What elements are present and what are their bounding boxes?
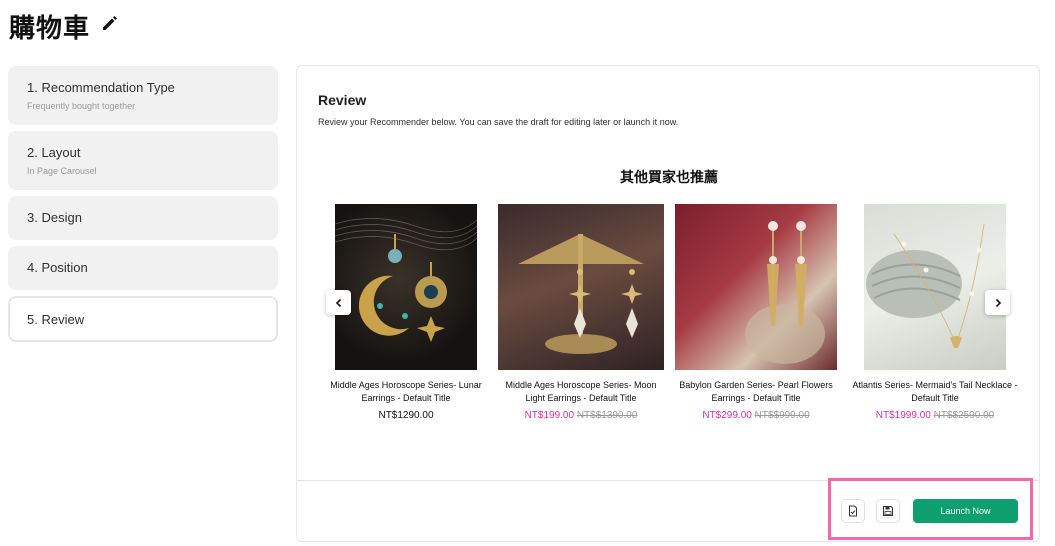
step-list: 1. Recommendation Type Frequently bought… [8, 66, 278, 348]
step-layout[interactable]: 2. Layout In Page Carousel [8, 131, 278, 190]
step-subtitle: In Page Carousel [27, 166, 97, 176]
review-panel-body: Review Review your Recommender below. Yo… [297, 66, 1039, 481]
product-image[interactable] [498, 204, 664, 370]
review-title: Review [318, 92, 367, 108]
save-draft-button[interactable] [876, 499, 900, 523]
pencil-icon [103, 16, 117, 30]
chevron-left-icon [335, 298, 341, 307]
price-value: NT$1290.00 [378, 410, 434, 421]
original-price: NT$$2590.00 [933, 410, 995, 421]
product-card[interactable]: Middle Ages Horoscope Series- Moon Light… [496, 204, 666, 421]
sale-price: NT$199.00 [524, 410, 575, 421]
review-description: Review your Recommender below. You can s… [318, 117, 679, 127]
product-name[interactable]: Middle Ages Horoscope Series- Lunar Earr… [321, 379, 491, 405]
carousel-next-button[interactable] [985, 290, 1010, 315]
review-panel: Review Review your Recommender below. Yo… [296, 65, 1040, 542]
product-name[interactable]: Babylon Garden Series- Pearl Flowers Ear… [671, 379, 841, 405]
product-price: NT$199.00 NT$$1390.00 [496, 410, 666, 421]
sale-price: NT$299.00 [702, 410, 752, 421]
product-name[interactable]: Atlantis Series- Mermaid's Tail Necklace… [850, 379, 1020, 405]
original-price: NT$$1390.00 [576, 410, 638, 421]
page-title: 購物車 [9, 14, 91, 44]
original-price: NT$$999.00 [754, 410, 810, 421]
product-name[interactable]: Middle Ages Horoscope Series- Moon Light… [496, 379, 666, 405]
product-price: NT$1999.00 NT$$2590.00 [850, 410, 1020, 421]
step-recommendation-type[interactable]: 1. Recommendation Type Frequently bought… [8, 66, 278, 125]
step-review[interactable]: 5. Review [8, 296, 278, 342]
product-image[interactable] [864, 204, 1006, 370]
step-title: 2. Layout [27, 145, 81, 160]
step-subtitle: Frequently bought together [27, 101, 136, 111]
product-image[interactable] [335, 204, 477, 370]
recommendation-heading: 其他買家也推薦 [620, 170, 718, 186]
sale-price: NT$1999.00 [875, 410, 931, 421]
preview-button[interactable] [841, 499, 865, 523]
step-title: 4. Position [27, 260, 88, 275]
product-card[interactable]: Babylon Garden Series- Pearl Flowers Ear… [671, 204, 841, 421]
edit-title-button[interactable] [100, 13, 120, 33]
chevron-right-icon [995, 298, 1001, 307]
step-title: 5. Review [27, 312, 85, 327]
carousel-prev-button[interactable] [326, 290, 351, 315]
step-position[interactable]: 4. Position [8, 246, 278, 290]
product-price: NT$1290.00 [321, 410, 491, 421]
launch-now-button[interactable]: Launch Now [913, 499, 1018, 523]
document-check-icon [849, 505, 857, 517]
product-price: NT$299.00 NT$$999.00 [671, 410, 841, 421]
step-design[interactable]: 3. Design [8, 196, 278, 240]
save-disk-icon [883, 506, 893, 516]
step-title: 3. Design [27, 210, 82, 225]
product-image[interactable] [675, 204, 837, 370]
step-title: 1. Recommendation Type [27, 80, 175, 95]
